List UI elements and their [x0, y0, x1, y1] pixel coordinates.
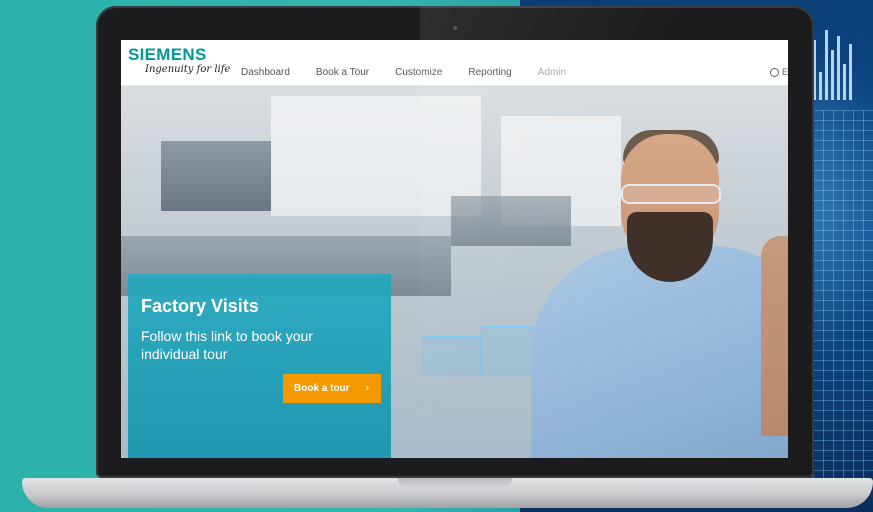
- laptop-screen: SIEMENS Ingenuity for life Dashboard Boo…: [121, 40, 788, 458]
- language-label: E: [781, 67, 788, 77]
- siemens-logo[interactable]: SIEMENS Ingenuity for life: [128, 45, 230, 75]
- hologram-graphic: [421, 336, 481, 376]
- nav-reporting[interactable]: Reporting: [468, 67, 511, 78]
- nav-admin[interactable]: Admin: [538, 67, 566, 78]
- book-a-tour-label: Book a tour: [294, 383, 350, 394]
- hero-card: Factory Visits Follow this link to book …: [128, 274, 391, 458]
- colleague-photo: [761, 236, 788, 436]
- top-navbar: SIEMENS Ingenuity for life Dashboard Boo…: [121, 40, 788, 86]
- brand-name: SIEMENS: [128, 45, 207, 64]
- background-window: [271, 96, 481, 216]
- hero-text: Follow this link to book your individual…: [141, 328, 313, 362]
- language-selector[interactable]: E: [769, 67, 788, 77]
- engineer-photo: [501, 126, 788, 458]
- brand-tagline: Ingenuity for life: [145, 64, 231, 75]
- laptop-notch: [398, 478, 512, 488]
- camera-dot: [453, 26, 457, 30]
- nav-dashboard[interactable]: Dashboard: [241, 67, 290, 78]
- nav-customize[interactable]: Customize: [395, 67, 442, 78]
- factory-machine: [161, 141, 271, 211]
- book-a-tour-button[interactable]: Book a tour ›: [283, 374, 381, 403]
- globe-icon: [769, 67, 779, 77]
- hero-title: Factory Visits: [141, 296, 259, 316]
- chevron-right-icon: ›: [365, 382, 369, 394]
- main-nav: Dashboard Book a Tour Customize Reportin…: [241, 67, 592, 78]
- nav-book-a-tour[interactable]: Book a Tour: [316, 67, 369, 78]
